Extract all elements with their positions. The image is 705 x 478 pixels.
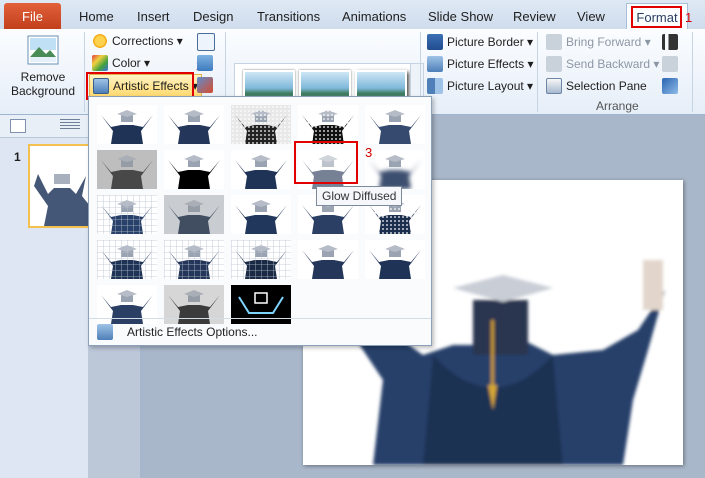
tab-home[interactable]: Home xyxy=(79,9,114,24)
tab-review[interactable]: Review xyxy=(513,9,556,24)
highlight-glow-diffused xyxy=(294,141,358,184)
artistic-effect-thumbnail[interactable] xyxy=(164,150,224,189)
corrections-label: Corrections ▾ xyxy=(112,34,183,48)
artistic-effect-thumbnail[interactable] xyxy=(231,240,291,279)
slide-thumbnail[interactable] xyxy=(28,144,92,228)
artistic-effects-dropdown: Artistic Effects Options... xyxy=(88,96,432,346)
thumbnail-graduate-image xyxy=(30,146,90,226)
ribbon-separator xyxy=(537,32,538,112)
artistic-effect-thumbnail[interactable] xyxy=(97,240,157,279)
picture-effects-icon xyxy=(427,56,443,72)
remove-background-label-2: Background xyxy=(10,84,76,98)
annotation-3: 3 xyxy=(365,145,373,160)
send-backward-icon xyxy=(546,56,562,72)
picture-layout-label: Picture Layout ▾ xyxy=(447,79,534,93)
picture-effects-button[interactable]: Picture Effects ▾ xyxy=(427,56,534,72)
artistic-effect-thumbnail[interactable] xyxy=(164,240,224,279)
options-icon xyxy=(97,324,113,340)
remove-background-icon xyxy=(27,35,59,65)
color-label: Color ▾ xyxy=(112,56,151,70)
color-icon xyxy=(92,55,108,71)
bring-forward-label: Bring Forward ▾ xyxy=(566,35,651,49)
selection-pane-label: Selection Pane xyxy=(566,79,647,93)
highlight-format-tab xyxy=(631,6,682,28)
change-picture-icon[interactable] xyxy=(197,55,213,71)
artistic-effect-thumbnail[interactable] xyxy=(231,195,291,234)
selection-pane-icon xyxy=(546,78,562,94)
arrange-group-label: Arrange xyxy=(596,99,639,113)
picture-layout-button[interactable]: Picture Layout ▾ xyxy=(427,78,533,94)
picture-layout-icon xyxy=(427,78,443,94)
artistic-effect-thumbnail[interactable] xyxy=(365,150,425,189)
reset-picture-icon[interactable] xyxy=(197,77,213,93)
artistic-effect-thumbnail[interactable] xyxy=(97,105,157,144)
artistic-effect-thumbnail[interactable] xyxy=(298,240,358,279)
dropdown-separator xyxy=(89,318,431,319)
artistic-effect-thumbnail[interactable] xyxy=(231,150,291,189)
artistic-effect-thumbnail[interactable] xyxy=(365,240,425,279)
bring-forward-icon xyxy=(546,34,562,50)
tab-transitions[interactable]: Transitions xyxy=(257,9,320,24)
picture-border-button[interactable]: Picture Border ▾ xyxy=(427,34,533,50)
artistic-effect-thumbnail[interactable] xyxy=(97,195,157,234)
artistic-effect-thumbnail[interactable] xyxy=(365,105,425,144)
corrections-button[interactable]: Corrections ▾ xyxy=(92,33,183,49)
align-icon[interactable] xyxy=(662,34,678,50)
rotate-icon[interactable] xyxy=(662,78,678,94)
tab-design[interactable]: Design xyxy=(193,9,233,24)
pen-icon xyxy=(427,34,443,50)
picture-border-label: Picture Border ▾ xyxy=(447,35,534,49)
artistic-effect-thumbnail[interactable] xyxy=(298,105,358,144)
remove-background-button[interactable]: Remove Background xyxy=(6,33,80,98)
remove-background-label-1: Remove xyxy=(20,70,66,84)
glow-diffused-tooltip: Glow Diffused xyxy=(316,186,403,206)
ribbon-tab-bar: File Home Insert Design Transitions Anim… xyxy=(0,0,705,30)
outline-tab-icon[interactable] xyxy=(60,119,80,131)
artistic-effect-thumbnail[interactable] xyxy=(164,195,224,234)
artistic-effects-options-item[interactable]: Artistic Effects Options... xyxy=(89,321,431,343)
tab-file[interactable]: File xyxy=(4,3,61,29)
slides-pane-tabs xyxy=(0,115,88,138)
bring-forward-button[interactable]: Bring Forward ▾ xyxy=(546,34,651,50)
ribbon-separator xyxy=(692,32,693,112)
artistic-effects-options-label: Artistic Effects Options... xyxy=(127,325,258,339)
tab-view[interactable]: View xyxy=(577,9,605,24)
compress-pictures-icon[interactable] xyxy=(197,33,215,51)
group-icon[interactable] xyxy=(662,56,678,72)
artistic-effect-thumbnail[interactable] xyxy=(164,105,224,144)
annotation-1: 1 xyxy=(685,10,693,25)
artistic-effect-thumbnail[interactable] xyxy=(231,105,291,144)
tab-animations[interactable]: Animations xyxy=(342,9,406,24)
slide-number: 1 xyxy=(14,150,21,164)
ribbon-separator xyxy=(84,32,85,112)
send-backward-label: Send Backward ▾ xyxy=(566,57,660,71)
slides-tab-icon[interactable] xyxy=(10,119,26,133)
tab-slide-show[interactable]: Slide Show xyxy=(428,9,493,24)
picture-effects-label: Picture Effects ▾ xyxy=(447,57,534,71)
sun-icon xyxy=(92,33,108,49)
selection-pane-button[interactable]: Selection Pane xyxy=(546,78,647,94)
artistic-effect-thumbnail[interactable] xyxy=(97,150,157,189)
color-button[interactable]: Color ▾ xyxy=(92,55,150,71)
send-backward-button[interactable]: Send Backward ▾ xyxy=(546,56,659,72)
tab-insert[interactable]: Insert xyxy=(137,9,170,24)
